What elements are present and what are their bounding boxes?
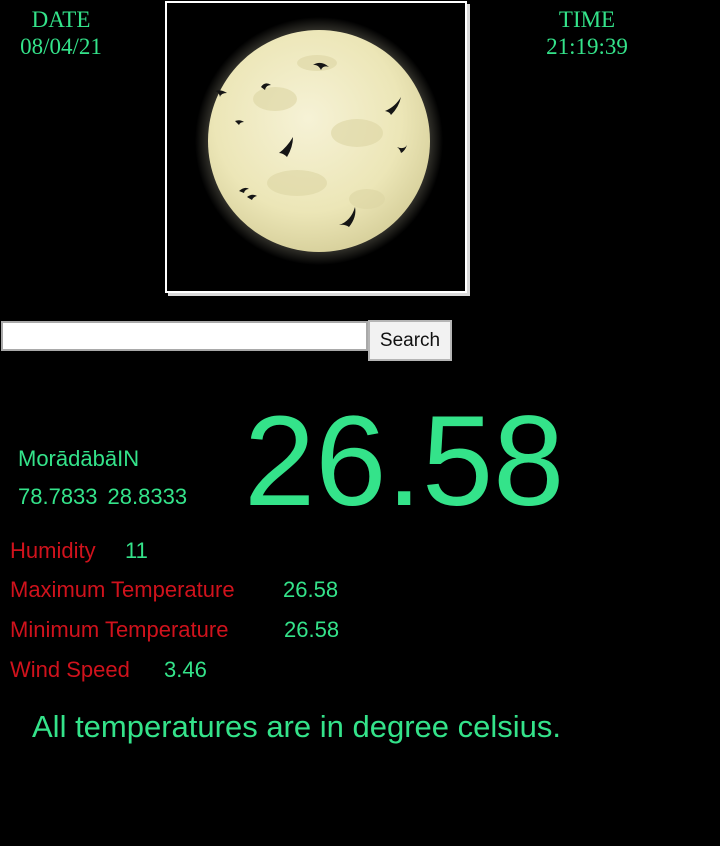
min-temperature-label: Minimum Temperature (10, 617, 229, 642)
time-label: TIME (558, 7, 616, 32)
min-temperature-value: 26.58 (284, 617, 340, 642)
date-block: DATE 08/04/21 (0, 6, 122, 60)
units-note: All temperatures are in degree celsius. (32, 709, 561, 744)
date-value: 08/04/21 (20, 34, 102, 59)
time-block: TIME 21:19:39 (532, 6, 642, 60)
location-name: MorādābāIN (18, 446, 139, 472)
search-button[interactable]: Search (368, 320, 452, 361)
latitude-value: 28.8333 (107, 484, 188, 509)
time-value: 21:19:39 (546, 34, 628, 59)
wind-speed-label: Wind Speed (10, 657, 130, 682)
city-search-input[interactable] (1, 321, 368, 351)
date-label: DATE (31, 7, 91, 32)
max-temperature-value: 26.58 (283, 577, 339, 602)
country-code: IN (117, 446, 140, 471)
humidity-label: Humidity (10, 538, 96, 563)
moon-with-bats-icon (195, 17, 443, 265)
wind-speed-row: Wind Speed 3.46 (10, 657, 207, 683)
current-temperature: 26.58 (244, 390, 565, 533)
wind-speed-value: 3.46 (164, 657, 207, 682)
coordinates: 78.7833 28.8333 (18, 484, 187, 510)
max-temperature-row: Maximum Temperature 26.58 (10, 577, 338, 603)
moon-image (165, 1, 467, 293)
min-temperature-row: Minimum Temperature 26.58 (10, 617, 339, 643)
longitude-value: 78.7833 (18, 484, 98, 509)
city-name: Morādābā (18, 446, 118, 471)
humidity-row: Humidity 11 (10, 538, 148, 564)
max-temperature-label: Maximum Temperature (10, 577, 235, 602)
humidity-value: 11 (125, 538, 148, 563)
